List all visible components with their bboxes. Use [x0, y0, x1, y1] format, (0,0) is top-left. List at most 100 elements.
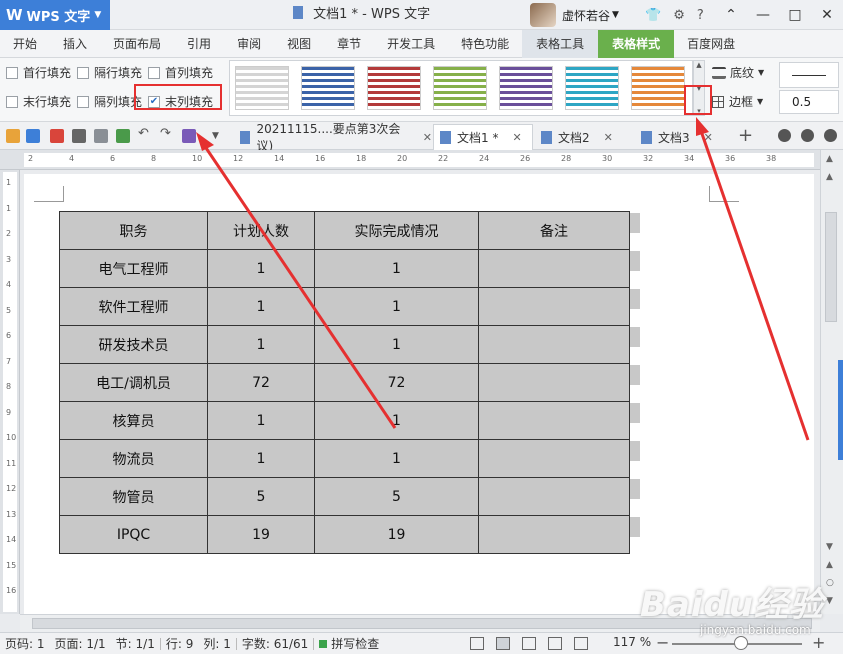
table-cell[interactable]: 1 — [314, 287, 479, 326]
style-swatch-orange[interactable] — [631, 66, 685, 110]
table-header-row[interactable]: 职务 计划人数 实际完成情况 备注 — [59, 211, 630, 250]
export-pdf-icon[interactable] — [50, 129, 64, 143]
chevron-up-icon[interactable]: ▲ — [696, 61, 701, 69]
table-cell[interactable]: 物管员 — [59, 477, 208, 516]
page-view-icon[interactable] — [496, 637, 510, 650]
table-cell[interactable]: 72 — [207, 363, 315, 402]
tab-document-3[interactable]: 文档3 ✕ — [635, 124, 735, 150]
border-button[interactable]: 边框 ▼ — [712, 93, 763, 110]
style-swatch-red[interactable] — [367, 66, 421, 110]
tab-insert[interactable]: 插入 — [50, 30, 100, 58]
chevron-down-icon[interactable]: ▼ — [212, 131, 226, 145]
table-cell[interactable]: 软件工程师 — [59, 287, 208, 326]
banded-columns-checkbox[interactable]: 隔列填充 — [77, 93, 142, 110]
table-cell[interactable]: 1 — [314, 325, 479, 364]
tab-view[interactable]: 视图 — [274, 30, 324, 58]
style-swatch-gray[interactable] — [235, 66, 289, 110]
table-cell[interactable]: 19 — [314, 515, 479, 554]
full-screen-view-icon[interactable] — [470, 637, 484, 650]
web-view-icon[interactable] — [548, 637, 562, 650]
checkbox[interactable] — [77, 66, 89, 79]
prev-page-icon[interactable]: ▲ — [826, 560, 833, 570]
table-cell[interactable]: 1 — [207, 439, 315, 478]
spell-check-icon[interactable] — [116, 129, 130, 143]
redo-icon[interactable]: ↷ — [160, 126, 174, 141]
table-cell[interactable]: 19 — [207, 515, 315, 554]
table-row[interactable]: 核算员 1 1 — [59, 401, 630, 440]
new-tab-button[interactable]: + — [738, 125, 753, 146]
table-cell[interactable]: 电工/调机员 — [59, 363, 208, 402]
first-column-fill-checkbox[interactable]: 首列填充 — [148, 64, 213, 81]
table-cell[interactable]: 1 — [207, 325, 315, 364]
shading-button[interactable]: 底纹 ▼ — [712, 64, 764, 81]
table-cell[interactable]: 1 — [207, 287, 315, 326]
table-row[interactable]: 研发技术员 1 1 — [59, 325, 630, 364]
chevron-up-icon[interactable]: ▲ — [826, 172, 833, 182]
horizontal-ruler[interactable]: 2 4 6 8 10 12 14 16 18 20 22 24 26 28 30 32 34 36 38 — [0, 150, 820, 170]
table-row[interactable]: 物流员 1 1 — [59, 439, 630, 478]
table-cell[interactable] — [478, 249, 630, 288]
tab-page-layout[interactable]: 页面布局 — [100, 30, 174, 58]
table-cell[interactable]: 物流员 — [59, 439, 208, 478]
table-cell[interactable] — [478, 401, 630, 440]
table-header-cell[interactable]: 职务 — [59, 211, 208, 250]
table-cell[interactable] — [478, 515, 630, 554]
table-row[interactable]: 物管员 5 5 — [59, 477, 630, 516]
undo-icon[interactable]: ↶ — [138, 126, 152, 141]
table-row[interactable]: 电气工程师 1 1 — [59, 249, 630, 288]
style-swatch-green[interactable] — [433, 66, 487, 110]
document-area[interactable]: 职务 计划人数 实际完成情况 备注 电气工程师 1 1 软件工程师 1 1 研发技术员 1 1 电工/调机… — [20, 170, 820, 614]
table-row[interactable]: 软件工程师 1 1 — [59, 287, 630, 326]
side-panel-toggle[interactable] — [838, 360, 843, 460]
table-cell[interactable]: 5 — [207, 477, 315, 516]
tab-document-2[interactable]: 文档2 ✕ — [535, 124, 633, 150]
tab-references[interactable]: 引用 — [174, 30, 224, 58]
style-swatch-purple[interactable] — [499, 66, 553, 110]
share-icon[interactable]: ⚙ — [673, 8, 685, 23]
line-style-select[interactable] — [779, 62, 839, 88]
table-header-cell[interactable]: 计划人数 — [207, 211, 315, 250]
collapse-ribbon-button[interactable]: ⌃ — [715, 0, 747, 30]
table-cell[interactable]: 研发技术员 — [59, 325, 208, 364]
table-cell[interactable]: 1 — [207, 401, 315, 440]
style-swatch-cyan[interactable] — [565, 66, 619, 110]
checkbox[interactable] — [6, 95, 18, 108]
table-cell[interactable]: 1 — [207, 249, 315, 288]
chevron-up-icon[interactable]: ▲ — [826, 154, 833, 164]
tab-baidu-pan[interactable]: 百度网盘 — [674, 30, 748, 58]
tab-table-style[interactable]: 表格样式 — [598, 29, 675, 58]
last-row-fill-checkbox[interactable]: 末行填充 — [6, 93, 71, 110]
table-cell[interactable]: 核算员 — [59, 401, 208, 440]
table-cell[interactable] — [478, 287, 630, 326]
table-cell[interactable]: 1 — [314, 439, 479, 478]
table-cell[interactable] — [478, 477, 630, 516]
tab-home[interactable]: 开始 — [0, 30, 50, 58]
close-icon[interactable]: ✕ — [704, 131, 713, 144]
minimize-button[interactable]: — — [747, 0, 779, 30]
save-icon[interactable] — [26, 129, 40, 143]
banded-rows-checkbox[interactable]: 隔行填充 — [77, 64, 142, 81]
tab-document-1[interactable]: 文档1 * ✕ — [433, 124, 533, 150]
table-cell[interactable]: IPQC — [59, 515, 208, 554]
user-account[interactable]: 虚怀若谷 ▼ — [530, 3, 619, 27]
checkbox[interactable] — [77, 95, 89, 108]
vertical-scrollbar[interactable]: ▲ ▲ ▼ ▲ ○ ▼ — [820, 150, 843, 614]
close-icon[interactable]: ✕ — [512, 131, 521, 144]
close-icon[interactable]: ✕ — [423, 131, 432, 144]
format-painter-icon[interactable] — [182, 129, 196, 143]
print-icon[interactable] — [72, 129, 86, 143]
doc-icon[interactable] — [801, 129, 814, 142]
table-cell[interactable]: 1 — [314, 401, 479, 440]
tab-table-tools[interactable]: 表格工具 — [522, 29, 599, 58]
style-swatch-blue[interactable] — [301, 66, 355, 110]
tab-developer[interactable]: 开发工具 — [374, 30, 448, 58]
table-cell[interactable]: 电气工程师 — [59, 249, 208, 288]
chevron-down-icon[interactable]: ▼ — [826, 542, 833, 552]
close-button[interactable]: ✕ — [811, 0, 843, 30]
job-table[interactable]: 职务 计划人数 实际完成情况 备注 电气工程师 1 1 软件工程师 1 1 研发技术员 1 1 电工/调机… — [59, 211, 630, 554]
table-cell[interactable] — [478, 439, 630, 478]
table-cell[interactable] — [478, 363, 630, 402]
document-page[interactable]: 职务 计划人数 实际完成情况 备注 电气工程师 1 1 软件工程师 1 1 研发技术员 1 1 电工/调机… — [24, 174, 814, 614]
line-width-select[interactable]: 0.5 — [779, 90, 839, 114]
spell-check-toggle[interactable]: 拼写检查 — [314, 635, 384, 652]
